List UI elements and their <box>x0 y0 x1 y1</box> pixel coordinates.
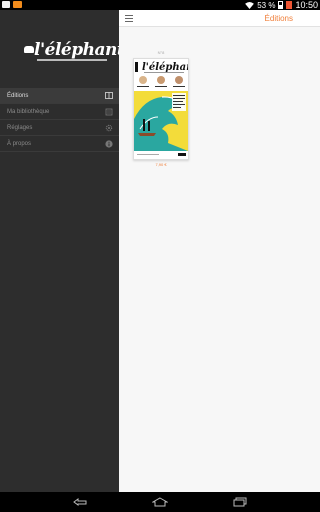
menu-item-editions[interactable]: Éditions <box>0 88 119 104</box>
app-bar: Éditions <box>119 10 320 27</box>
system-nav-bar <box>0 492 320 512</box>
library-icon <box>105 108 113 116</box>
menu-item-label: Éditions <box>7 92 29 99</box>
book-icon <box>105 92 113 100</box>
alert-icon <box>286 1 293 9</box>
elephant-icon <box>24 46 34 53</box>
settings-icon <box>105 124 113 132</box>
status-bar: 53 % 10:50 <box>0 0 320 10</box>
menu-item-settings[interactable]: Réglages <box>0 120 119 136</box>
page-title: Éditions <box>264 14 293 23</box>
battery-percent: 53 % <box>257 0 276 10</box>
main-content: Éditions N°8 l'éléphant <box>119 10 320 492</box>
recents-button[interactable] <box>232 495 248 508</box>
clock: 10:50 <box>295 0 318 10</box>
issue-card[interactable]: N°8 l'éléphant <box>133 50 189 167</box>
issue-price: 7,90 € <box>155 162 167 167</box>
back-icon <box>73 497 87 506</box>
hamburger-menu-icon[interactable] <box>125 15 133 22</box>
navigation-drawer: l'éléphant Éditions Ma bibliothèque Régl… <box>0 10 125 492</box>
app-logo: l'éléphant <box>24 40 125 66</box>
back-button[interactable] <box>72 495 88 508</box>
issue-cover[interactable]: l'éléphant <box>133 58 189 160</box>
logo-text: l'éléphant <box>34 40 125 60</box>
battery-icon <box>278 1 284 9</box>
status-indicators: 53 % 10:50 <box>245 0 318 10</box>
menu-item-about[interactable]: À propos <box>0 136 119 152</box>
home-button[interactable] <box>152 495 168 508</box>
issue-number: N°8 <box>157 50 165 55</box>
info-icon <box>105 139 113 148</box>
notification-icon <box>2 1 10 8</box>
menu-item-label: Ma bibliothèque <box>7 108 50 115</box>
drawer-menu: Éditions Ma bibliothèque Réglages À prop… <box>0 88 119 152</box>
menu-item-label: Réglages <box>7 124 33 131</box>
menu-item-library[interactable]: Ma bibliothèque <box>0 104 119 120</box>
home-icon <box>152 496 168 506</box>
cover-illustration: l'éléphant <box>134 59 188 159</box>
wifi-icon <box>245 1 255 9</box>
app-notification-icon <box>13 1 22 8</box>
cover-title: l'éléphant <box>142 62 188 73</box>
menu-item-label: À propos <box>7 140 32 147</box>
logo-tagline <box>37 59 107 61</box>
recents-icon <box>233 497 247 506</box>
